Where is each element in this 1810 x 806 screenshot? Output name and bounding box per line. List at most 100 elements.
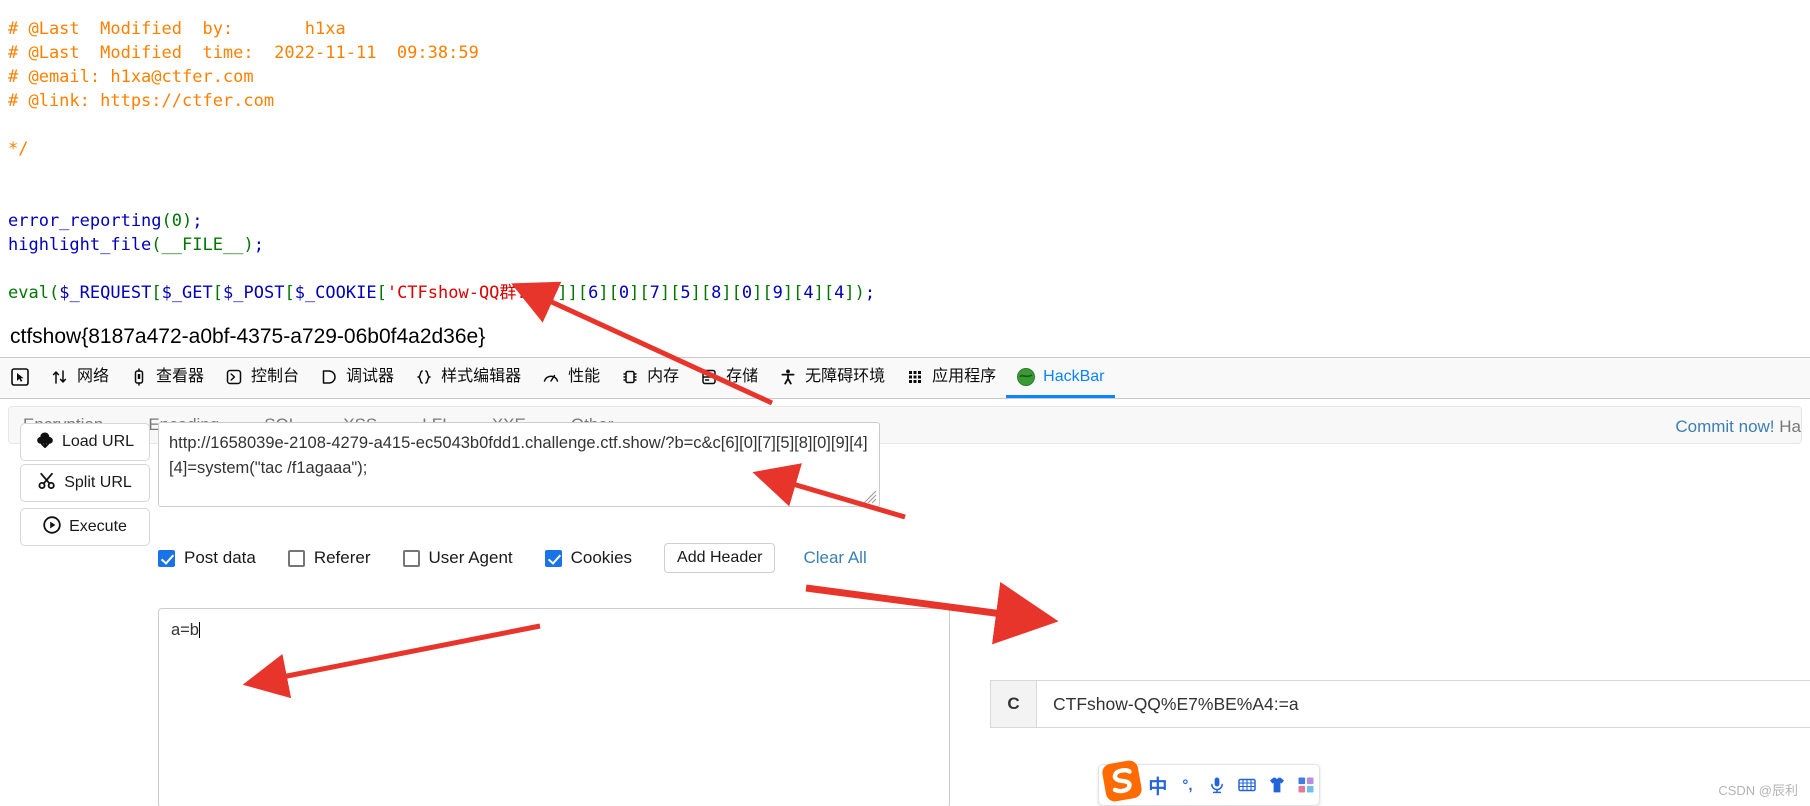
sogou-ime-logo-icon[interactable]: [1100, 758, 1144, 804]
inspector-icon: [129, 367, 149, 387]
devtools-tab-application[interactable]: 应用程序: [895, 358, 1006, 398]
checkbox-box[interactable]: [544, 549, 562, 567]
devtools-tab-debugger[interactable]: 调试器: [309, 358, 404, 398]
php-token: (: [48, 283, 60, 303]
php-token: ]: [721, 283, 732, 303]
devtools-tab-inspector[interactable]: 查看器: [119, 358, 214, 398]
checkbox-box[interactable]: [287, 549, 305, 567]
hackbar-panel: Encryption Encoding SQL XSS LFI XXE Othe…: [0, 400, 1810, 806]
php-source-line: */: [8, 137, 1810, 161]
php-token: ): [854, 283, 865, 303]
php-token: ]: [629, 283, 640, 303]
php-source-line: error_reporting(0);: [8, 209, 1810, 233]
php-token: ): [243, 235, 254, 255]
devtools-tab-accessibility[interactable]: 无障碍环境: [768, 358, 895, 398]
user-agent-checkbox[interactable]: User Agent: [402, 548, 513, 568]
clear-all-button[interactable]: Clear All: [803, 548, 866, 568]
php-token: 0: [171, 211, 183, 231]
performance-icon: [541, 367, 561, 387]
php-token: [: [151, 283, 162, 303]
php-token: # @link: https://ctfer.com: [8, 91, 275, 111]
php-source-line: [8, 257, 1810, 281]
devtools-tab-accessibility-label: 无障碍环境: [805, 367, 886, 385]
php-token: 0: [741, 283, 753, 303]
php-token: ]: [844, 283, 855, 303]
url-input[interactable]: http://1658039e-2108-4279-a415-ec5043b0f…: [158, 422, 880, 507]
php-token: ;: [864, 283, 876, 303]
php-token: (: [151, 235, 162, 255]
devtools-tab-performance-label: 性能: [568, 367, 601, 385]
php-token: ;: [192, 211, 203, 231]
ime-punctuation-toggle[interactable]: °,: [1175, 772, 1201, 798]
php-token: $_GET: [161, 283, 213, 303]
checkbox-box[interactable]: [158, 549, 175, 567]
devtools-tab-console[interactable]: 控制台: [214, 358, 309, 398]
devtools-tab-hackbar[interactable]: HackBar: [1006, 358, 1115, 398]
devtools-tab-memory[interactable]: 内存: [610, 358, 689, 398]
php-token: [: [670, 283, 681, 303]
devtools-element-picker[interactable]: [0, 358, 40, 398]
post-data-input[interactable]: a=b: [158, 608, 950, 806]
php-token: highlight_file: [8, 235, 152, 255]
php-source-line: # @Last Modified time: 2022-11-11 09:38:…: [8, 41, 1810, 65]
php-token: */: [8, 139, 29, 159]
php-token: 'CTFshow-QQ群:': [386, 283, 537, 303]
post-data-checkbox-label: Post data: [184, 548, 256, 567]
devtools-tab-performance[interactable]: 性能: [531, 358, 610, 398]
style-editor-icon: [414, 367, 434, 387]
flag-text: ctfshow{8187a472-a0bf-4375-a729-06b0f4a2…: [10, 325, 486, 348]
php-token: ]]]]: [536, 283, 578, 303]
keyboard-icon[interactable]: [1234, 772, 1260, 798]
post-data-checkbox[interactable]: Post data: [158, 548, 256, 568]
split-url-button[interactable]: Split URL: [20, 464, 150, 502]
php-token: ): [182, 211, 193, 231]
mic-icon[interactable]: [1204, 772, 1230, 798]
php-token: ]: [690, 283, 701, 303]
add-header-button[interactable]: Add Header: [664, 543, 776, 573]
php-token: $_REQUEST: [59, 283, 152, 303]
download-icon: [36, 431, 54, 454]
cookies-checkbox[interactable]: Cookies: [544, 548, 632, 568]
php-token: __FILE__: [161, 235, 244, 255]
cookie-header-value-input[interactable]: CTFshow-QQ%E7%BE%A4:=a: [1037, 681, 1810, 727]
devtools-toolbar: 网络 查看器 控制台 调试器 样式编辑器 性能 内存 存储 无障碍环境 应用程序…: [0, 357, 1810, 399]
php-token: [: [823, 283, 835, 303]
devtools-tab-storage[interactable]: 存储: [689, 358, 768, 398]
php-token: [: [577, 283, 589, 303]
php-source-line: # @link: https://ctfer.com: [8, 89, 1810, 113]
php-token: [: [608, 283, 619, 303]
skin-icon[interactable]: [1264, 772, 1290, 798]
php-token: ]: [659, 283, 671, 303]
ime-mode-chinese[interactable]: 中: [1145, 772, 1171, 798]
php-token: 8: [711, 283, 722, 303]
execute-button[interactable]: Execute: [20, 508, 150, 546]
hackbar-options-row: Post data Referer User Agent Cookies Add…: [158, 543, 867, 573]
php-token: [: [376, 283, 387, 303]
php-token: 7: [649, 283, 660, 303]
devtools-tab-network-label: 网络: [77, 367, 110, 385]
php-token: 4: [834, 283, 845, 303]
devtools-tab-application-label: 应用程序: [932, 367, 997, 385]
apps-icon[interactable]: [1293, 772, 1319, 798]
add-header-button-label: Add Header: [677, 549, 763, 566]
devtools-tab-style-editor[interactable]: 样式编辑器: [404, 358, 531, 398]
url-input-resize-handle[interactable]: [862, 489, 878, 505]
php-source-code: # @Last Modified by: h1xa # @Last Modifie…: [0, 17, 1810, 329]
hackbar-commit-link[interactable]: Commit now!: [1675, 417, 1774, 436]
php-token: [: [700, 283, 712, 303]
checkbox-box[interactable]: [402, 549, 420, 567]
play-icon: [43, 515, 61, 539]
php-token: # @Last Modified by: h1xa: [8, 19, 346, 39]
php-token: (: [161, 211, 172, 231]
devtools-tab-network[interactable]: 网络: [40, 358, 119, 398]
load-url-button-label: Load URL: [61, 433, 135, 450]
load-url-button[interactable]: Load URL: [20, 423, 150, 461]
php-token: 4: [803, 283, 814, 303]
hackbar-commit-area: Commit now! Ha: [1675, 417, 1801, 437]
cookie-header-key[interactable]: C: [991, 681, 1037, 727]
referer-checkbox[interactable]: Referer: [287, 548, 371, 568]
php-token: 6: [588, 283, 599, 303]
split-url-button-label: Split URL: [64, 474, 132, 491]
php-token: 9: [772, 283, 783, 303]
devtools-tab-style-editor-label: 样式编辑器: [441, 367, 522, 385]
